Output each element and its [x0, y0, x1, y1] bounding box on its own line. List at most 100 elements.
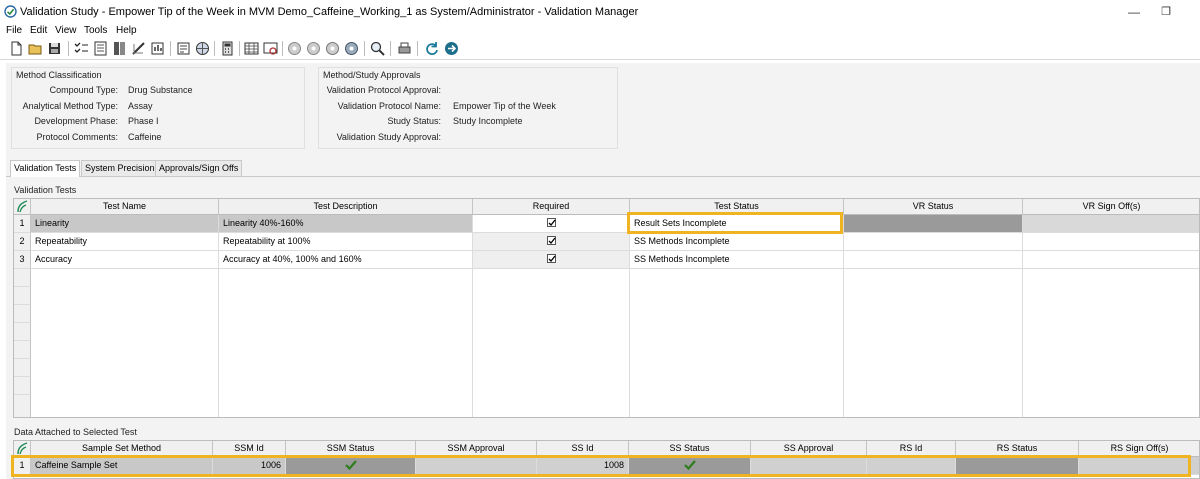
disc-icon-3[interactable] [324, 40, 341, 57]
sample-set-method-cell[interactable]: Caffeine Sample Set [31, 457, 213, 475]
menu-edit[interactable]: Edit [30, 24, 47, 37]
table-icon[interactable] [243, 40, 260, 57]
grid-corner[interactable] [14, 441, 31, 457]
vr-status-cell[interactable] [844, 215, 1023, 233]
col-ss-approval[interactable]: SS Approval [751, 441, 867, 457]
test-name-cell[interactable]: Repeatability [31, 233, 219, 251]
ssm-id-cell[interactable]: 1006 [213, 457, 286, 475]
vr-sign-off-cell[interactable] [1023, 215, 1199, 233]
empty-area [844, 269, 1023, 417]
col-rs-sign-offs[interactable]: RS Sign Off(s) [1079, 441, 1199, 457]
check-icon [548, 255, 556, 262]
rs-sign-off-cell[interactable] [1079, 457, 1199, 475]
disc-icon-2[interactable] [305, 40, 322, 57]
study-status-label: Study Status: [387, 116, 441, 126]
col-ssm-approval[interactable]: SSM Approval [416, 441, 537, 457]
vr-status-cell[interactable] [844, 233, 1023, 251]
vr-sign-off-cell[interactable] [1023, 233, 1199, 251]
col-vr-sign-offs[interactable]: VR Sign Off(s) [1023, 199, 1199, 215]
checklist-icon[interactable] [73, 40, 90, 57]
preview-icon[interactable] [262, 40, 279, 57]
empty-row-header [14, 359, 31, 377]
report-icon-2[interactable] [175, 40, 192, 57]
ss-status-cell[interactable] [629, 457, 751, 475]
required-checkbox[interactable] [546, 236, 556, 245]
col-ss-status[interactable]: SS Status [629, 441, 751, 457]
book-icon[interactable] [111, 40, 128, 57]
ss-id-cell[interactable]: 1008 [537, 457, 629, 475]
col-test-description[interactable]: Test Description [219, 199, 473, 215]
col-ssm-id[interactable]: SSM Id [213, 441, 286, 457]
ss-approval-cell[interactable] [751, 457, 867, 475]
required-cell[interactable] [473, 233, 630, 251]
row-number[interactable]: 1 [14, 215, 31, 233]
col-vr-status[interactable]: VR Status [844, 199, 1023, 215]
row-number[interactable]: 1 [14, 457, 31, 475]
print-icon[interactable] [396, 40, 413, 57]
col-test-status[interactable]: Test Status [630, 199, 844, 215]
col-ss-id[interactable]: SS Id [537, 441, 629, 457]
minimize-button[interactable]: — [1121, 3, 1147, 21]
protocol-comments-value: Caffeine [128, 132, 162, 142]
open-icon[interactable] [27, 40, 44, 57]
magnify-icon[interactable] [369, 40, 386, 57]
menu-help[interactable]: Help [116, 24, 137, 37]
col-test-name[interactable]: Test Name [31, 199, 219, 215]
refresh-icon[interactable] [423, 40, 440, 57]
test-status-cell[interactable]: Result Sets Incomplete [630, 215, 844, 233]
test-name-cell[interactable]: Accuracy [31, 251, 219, 269]
document-list-icon[interactable] [92, 40, 109, 57]
calculator-icon[interactable] [219, 40, 236, 57]
test-description-cell[interactable]: Repeatability at 100% [219, 233, 473, 251]
validation-study-approval-label: Validation Study Approval: [336, 132, 441, 142]
tab-system-precision[interactable]: System Precision [81, 160, 159, 176]
col-rs-status[interactable]: RS Status [956, 441, 1079, 457]
development-phase-label: Development Phase: [34, 116, 118, 126]
approvals-title: Method/Study Approvals [323, 70, 421, 80]
col-ssm-status[interactable]: SSM Status [286, 441, 416, 457]
col-rs-id[interactable]: RS Id [867, 441, 956, 457]
ssm-status-cell[interactable] [286, 457, 416, 475]
vr-sign-off-cell[interactable] [1023, 251, 1199, 269]
test-name-cell[interactable]: Linearity [31, 215, 219, 233]
validation-tests-grid: Test Name Test Description Required Test… [13, 198, 1200, 418]
col-required[interactable]: Required [473, 199, 630, 215]
ssm-approval-cell[interactable] [416, 457, 537, 475]
test-description-cell[interactable]: Accuracy at 40%, 100% and 160% [219, 251, 473, 269]
disc-icon-1[interactable] [286, 40, 303, 57]
required-cell[interactable] [473, 215, 630, 233]
menu-view[interactable]: View [55, 24, 77, 37]
vr-status-cell[interactable] [844, 251, 1023, 269]
test-status-cell[interactable]: SS Methods Incomplete [630, 251, 844, 269]
required-cell[interactable] [473, 251, 630, 269]
test-status-cell[interactable]: SS Methods Incomplete [630, 233, 844, 251]
disc-icon-4[interactable] [343, 40, 360, 57]
ruler-icon[interactable] [130, 40, 147, 57]
required-checkbox[interactable] [546, 254, 556, 263]
maximize-button[interactable]: ❐ [1153, 3, 1179, 21]
new-icon[interactable] [8, 40, 25, 57]
empty-area [31, 269, 219, 417]
test-description-cell[interactable]: Linearity 40%-160% [219, 215, 473, 233]
method-classification-group: Method Classification Compound Type: Dru… [11, 67, 305, 149]
study-status-value: Study Incomplete [453, 116, 523, 126]
report-icon[interactable] [149, 40, 166, 57]
menu-tools[interactable]: Tools [84, 24, 107, 37]
toolbar [0, 38, 1200, 60]
row-number[interactable]: 2 [14, 233, 31, 251]
rs-status-cell[interactable] [956, 457, 1079, 475]
row-number[interactable]: 3 [14, 251, 31, 269]
save-icon[interactable] [46, 40, 63, 57]
col-sample-set-method[interactable]: Sample Set Method [31, 441, 213, 457]
tab-approvals-sign-offs[interactable]: Approvals/Sign Offs [155, 160, 243, 176]
tab-validation-tests[interactable]: Validation Tests [10, 160, 81, 177]
select-all-icon [17, 200, 28, 213]
menu-file[interactable]: File [6, 24, 22, 37]
check-icon [548, 237, 556, 244]
arrow-icon[interactable] [443, 40, 460, 57]
globe-icon[interactable] [194, 40, 211, 57]
rs-id-cell[interactable] [867, 457, 956, 475]
grid-corner[interactable] [14, 199, 31, 215]
required-checkbox[interactable] [546, 218, 556, 227]
validation-protocol-name-value: Empower Tip of the Week [453, 101, 556, 111]
